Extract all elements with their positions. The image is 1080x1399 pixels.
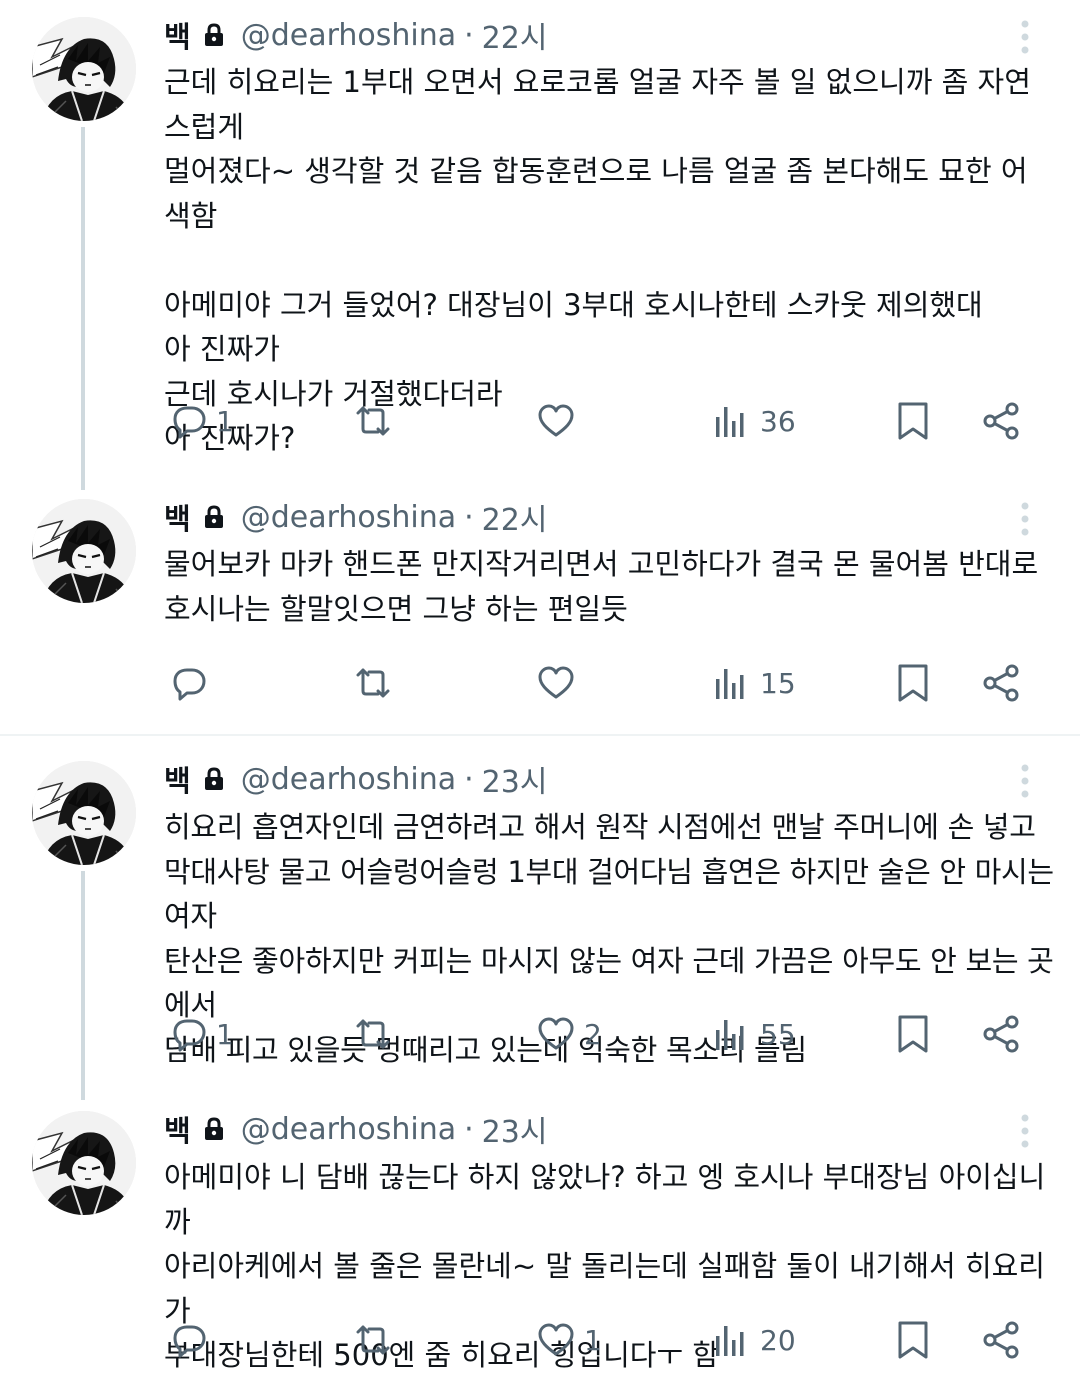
timestamp[interactable]: 23시 — [482, 1107, 548, 1151]
heart-icon — [538, 1323, 574, 1356]
heart-icon — [538, 666, 574, 699]
bookmark-icon — [898, 1015, 928, 1053]
tweet-3[interactable]: 백 @dearhoshina · 23시 히요리 흡연자인데 금연하려고 해서 … — [0, 750, 1080, 1100]
tweet-text: 물어보카 마카 핸드폰 만지작거리면서 고민하다가 결국 몬 물어봄 반대로 호… — [164, 547, 1039, 626]
retweet-button[interactable] — [350, 1315, 394, 1365]
more-options-icon[interactable] — [1010, 761, 1040, 801]
timestamp[interactable]: 23시 — [482, 757, 548, 801]
reply-button[interactable] — [166, 1315, 210, 1365]
tweet-1[interactable]: 백 @dearhoshina · 22시 근데 히요리는 1부대 오면서 요로코… — [0, 0, 1080, 490]
view-count: 20 — [760, 1323, 796, 1357]
avatar[interactable] — [32, 1111, 136, 1215]
reply-icon — [173, 668, 206, 701]
reply-icon — [173, 1325, 206, 1358]
share-icon — [983, 1321, 1019, 1359]
author-name[interactable]: 백 — [164, 758, 191, 800]
bookmark-button[interactable] — [891, 1315, 935, 1365]
like-button[interactable] — [534, 396, 578, 446]
author-handle[interactable]: @dearhoshina — [241, 1112, 456, 1147]
view-count: 55 — [760, 1017, 796, 1051]
reply-button[interactable] — [166, 658, 210, 708]
share-icon — [983, 664, 1019, 702]
lock-icon — [203, 505, 225, 530]
separator-dot: · — [464, 761, 474, 797]
tweet-header: 백 @dearhoshina · 23시 — [164, 757, 548, 801]
tweet-actions: 1 36 — [0, 396, 1080, 446]
separator-dot: · — [464, 499, 474, 535]
view-count: 15 — [760, 666, 796, 700]
avatar[interactable] — [32, 17, 136, 121]
like-button[interactable]: 2 — [534, 1009, 602, 1059]
timestamp[interactable]: 22시 — [482, 495, 548, 539]
bookmark-button[interactable] — [891, 396, 935, 446]
more-options-icon[interactable] — [1010, 499, 1040, 539]
author-name[interactable]: 백 — [164, 14, 191, 56]
retweet-button[interactable] — [350, 396, 394, 446]
separator-dot: · — [464, 17, 474, 53]
share-button[interactable] — [979, 1315, 1023, 1365]
views-icon — [716, 1020, 744, 1050]
tweet-actions: 15 — [0, 658, 1080, 708]
tweet-actions: 1 20 — [0, 1315, 1080, 1365]
lock-icon — [203, 1117, 225, 1142]
views-icon — [716, 1326, 744, 1356]
reply-count: 1 — [216, 404, 234, 438]
like-count: 2 — [584, 1017, 602, 1051]
reply-button[interactable]: 1 — [166, 396, 234, 446]
author-handle[interactable]: @dearhoshina — [241, 500, 456, 535]
thread-divider — [0, 734, 1080, 736]
tweet-header: 백 @dearhoshina · 23시 — [164, 1107, 548, 1151]
author-handle[interactable]: @dearhoshina — [241, 762, 456, 797]
tweet-header: 백 @dearhoshina · 22시 — [164, 495, 548, 539]
retweet-icon — [356, 668, 390, 698]
avatar[interactable] — [32, 761, 136, 865]
share-button[interactable] — [979, 1009, 1023, 1059]
views-icon — [716, 669, 744, 699]
thread-line — [81, 871, 85, 1100]
view-count: 36 — [760, 404, 796, 438]
retweet-button[interactable] — [350, 1009, 394, 1059]
reply-button[interactable]: 1 — [166, 1009, 234, 1059]
views-button[interactable]: 20 — [710, 1315, 796, 1365]
like-count: 1 — [584, 1323, 602, 1357]
timestamp[interactable]: 22시 — [482, 13, 548, 57]
share-icon — [983, 1015, 1019, 1053]
retweet-button[interactable] — [350, 658, 394, 708]
bookmark-button[interactable] — [891, 658, 935, 708]
retweet-icon — [356, 1019, 390, 1049]
views-icon — [716, 407, 744, 437]
bookmark-icon — [898, 1321, 928, 1359]
reply-icon — [173, 406, 206, 439]
heart-icon — [538, 1017, 574, 1050]
author-name[interactable]: 백 — [164, 1108, 191, 1150]
share-icon — [983, 402, 1019, 440]
reply-icon — [173, 1019, 206, 1052]
views-button[interactable]: 55 — [710, 1009, 796, 1059]
views-button[interactable]: 15 — [710, 658, 796, 708]
lock-icon — [203, 767, 225, 792]
bookmark-button[interactable] — [891, 1009, 935, 1059]
tweet-2[interactable]: 백 @dearhoshina · 22시 물어보카 마카 핸드폰 만지작거리면서… — [0, 490, 1080, 730]
separator-dot: · — [464, 1111, 474, 1147]
lock-icon — [203, 23, 225, 48]
more-options-icon[interactable] — [1010, 17, 1040, 57]
more-options-icon[interactable] — [1010, 1111, 1040, 1151]
reply-count: 1 — [216, 1017, 234, 1051]
heart-icon — [538, 404, 574, 437]
retweet-icon — [356, 406, 390, 436]
tweet-actions: 1 2 55 — [0, 1009, 1080, 1059]
bookmark-icon — [898, 664, 928, 702]
share-button[interactable] — [979, 396, 1023, 446]
avatar[interactable] — [32, 499, 136, 603]
bookmark-icon — [898, 402, 928, 440]
views-button[interactable]: 36 — [710, 396, 796, 446]
author-handle[interactable]: @dearhoshina — [241, 18, 456, 53]
retweet-icon — [356, 1325, 390, 1355]
share-button[interactable] — [979, 658, 1023, 708]
tweet-4[interactable]: 백 @dearhoshina · 23시 아메미야 니 담배 끊는다 하지 않았… — [0, 1100, 1080, 1399]
like-button[interactable]: 1 — [534, 1315, 602, 1365]
tweet-header: 백 @dearhoshina · 22시 — [164, 13, 548, 57]
like-button[interactable] — [534, 658, 578, 708]
author-name[interactable]: 백 — [164, 496, 191, 538]
